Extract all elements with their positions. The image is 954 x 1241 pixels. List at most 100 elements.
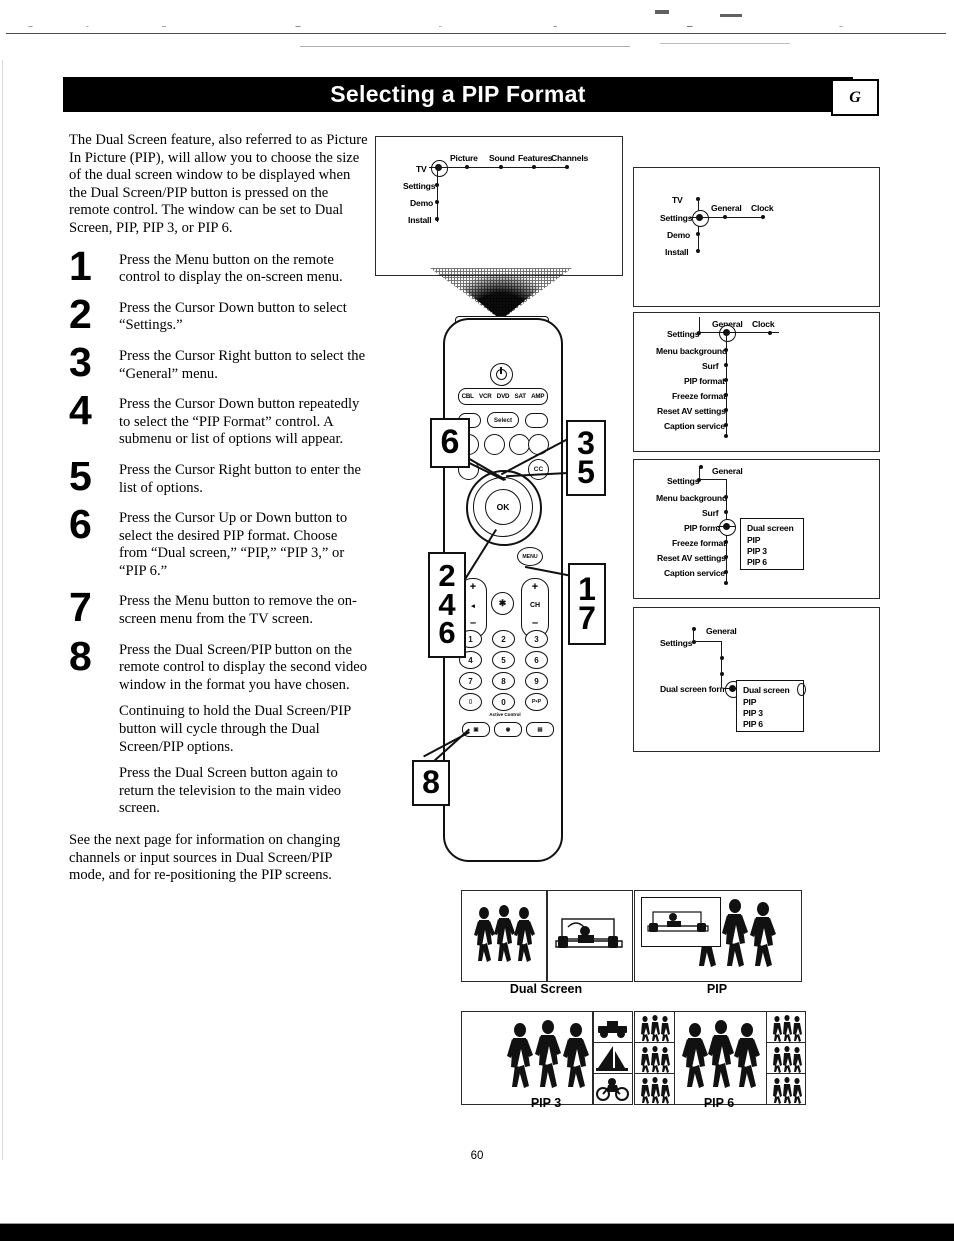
channel-label: CH <box>529 602 541 609</box>
option-pip-6[interactable]: PIP 6 <box>747 557 767 567</box>
menu-item-menu-background: Menu background <box>656 346 728 356</box>
option-pip-3[interactable]: PIP 3 <box>747 546 767 556</box>
option-dual-screen[interactable]: Dual screen <box>743 685 790 695</box>
key-3[interactable]: 3 <box>525 630 548 648</box>
key-2[interactable]: 2 <box>492 630 515 648</box>
scan-artifact-line <box>660 43 790 44</box>
play-button[interactable] <box>509 434 530 455</box>
channel-rocker[interactable]: + CH – <box>521 578 549 638</box>
menu-item-settings: Settings <box>403 181 436 191</box>
channel-down[interactable]: – <box>522 617 548 629</box>
pip-format-options-box: Dual screen PIP PIP 3 PIP 6 <box>740 518 804 570</box>
key-7[interactable]: 7 <box>459 672 482 690</box>
pip-swap-button[interactable]: ▤ <box>526 722 554 737</box>
runners-graphic <box>682 1020 760 1088</box>
step-5: 5 Press the Cursor Right button to enter … <box>69 455 369 497</box>
ok-button[interactable]: OK <box>485 489 521 525</box>
option-dual-screen[interactable]: Dual screen <box>747 523 794 533</box>
pip-tile <box>635 1043 675 1074</box>
device-button-dvd[interactable]: DVD <box>497 393 510 400</box>
scan-noise-top <box>0 0 954 60</box>
select-button[interactable]: Select <box>487 412 519 428</box>
format-button[interactable] <box>525 413 548 428</box>
key-9[interactable]: 9 <box>525 672 548 690</box>
key-0[interactable]: 0 <box>492 693 515 711</box>
step-paragraph: Press the Cursor Down button repeatedly … <box>119 396 360 448</box>
callout-number: 6 <box>440 423 460 462</box>
callout-2-4-6-left: 2 4 6 <box>428 552 466 658</box>
callout-number: 8 <box>422 764 440 801</box>
menu-dot <box>724 393 728 397</box>
menu-column-features: Features <box>518 153 553 163</box>
channel-up[interactable]: + <box>522 581 548 593</box>
menu-dot <box>724 495 728 499</box>
menu-item-menu-background: Menu background <box>656 493 728 503</box>
forward-button[interactable] <box>528 434 549 455</box>
example-pip-6 <box>634 1011 806 1105</box>
menu-button[interactable]: MENU <box>517 547 543 566</box>
device-button-vcr[interactable]: VCR <box>479 393 492 400</box>
device-button-cbl[interactable]: CBL <box>462 393 474 400</box>
menu-item-pip-format: PIP format <box>684 376 725 386</box>
menu-dot <box>724 434 728 438</box>
runners-graphic <box>641 1015 670 1042</box>
key-6[interactable]: 6 <box>525 651 548 669</box>
callout-number: 5 <box>577 454 595 490</box>
menu-cursor <box>717 325 736 342</box>
stop-button[interactable] <box>484 434 505 455</box>
option-pip-6[interactable]: PIP 6 <box>743 719 763 729</box>
device-button-amp[interactable]: AMP <box>531 393 544 400</box>
step-text: Press the Menu button on the remote cont… <box>119 252 369 287</box>
runners-graphic <box>474 905 535 962</box>
menu-connector <box>437 167 439 222</box>
menu-column-channels: Channels <box>551 153 589 163</box>
step-paragraph: Press the Cursor Right button to select … <box>119 347 366 382</box>
step-number: 6 <box>69 501 92 548</box>
menu-connector <box>694 641 722 643</box>
scan-edge-line <box>2 60 3 1160</box>
key-8[interactable]: 8 <box>492 672 515 690</box>
option-pip-3[interactable]: PIP 3 <box>743 708 763 718</box>
active-control-button[interactable]: ◉ <box>494 722 522 737</box>
menu-dot <box>435 200 439 204</box>
closing-paragraph: See the next page for information on cha… <box>69 832 341 884</box>
callout-8-bottom: 8 <box>412 760 450 806</box>
option-pip[interactable]: PIP <box>747 535 760 545</box>
menu-item-demo: Demo <box>410 198 434 208</box>
menu-connector <box>699 479 727 481</box>
scan-artifact-line <box>300 46 630 47</box>
key-cc[interactable]: ▯ <box>459 693 482 711</box>
key-5[interactable]: 5 <box>492 651 515 669</box>
menu-dot <box>723 215 727 219</box>
step-4: 4 Press the Cursor Down button repeatedly… <box>69 390 369 449</box>
key-prev-channel[interactable]: P•P <box>525 693 548 711</box>
mute-button[interactable]: ✱ <box>491 592 514 615</box>
ir-beam <box>444 273 558 320</box>
menu-connector <box>721 641 723 688</box>
menu-column-general: General <box>711 203 742 213</box>
intro-paragraph: The Dual Screen feature, also referred t… <box>69 132 368 236</box>
example-pip-3-caption: PIP 3 <box>530 1096 562 1110</box>
menu-dot <box>435 183 439 187</box>
menu-connector <box>699 467 701 479</box>
menu-item-settings: Settings <box>667 476 700 486</box>
power-button[interactable] <box>490 363 513 386</box>
menu-dot <box>724 363 728 367</box>
active-control-label: Active Control <box>489 712 521 717</box>
cc-button[interactable]: CC <box>528 459 549 480</box>
step-7: 7 Press the Menu button to remove the on-… <box>69 587 369 628</box>
step-text: Press the Cursor Down button repeatedly … <box>119 396 369 449</box>
page-title: Selecting a PIP Format <box>330 81 586 107</box>
menu-dot <box>724 408 728 412</box>
option-pip[interactable]: PIP <box>743 697 756 707</box>
step-paragraph: Press the Dual Screen/PIP button on the … <box>119 641 368 693</box>
menu-item-settings: Settings <box>667 329 700 339</box>
screen-dual-screen-format: General Settings Dual screen format Dual… <box>633 607 880 752</box>
pip-tile <box>593 1012 632 1043</box>
device-selector-row[interactable]: CBL VCR DVD SAT AMP <box>458 388 548 405</box>
device-button-sat[interactable]: SAT <box>515 393 527 400</box>
menu-dot <box>465 165 469 169</box>
menu-item-caption-service: Caption service <box>664 568 725 578</box>
step-number: 8 <box>69 632 92 679</box>
callout-3-5-right: 3 5 <box>566 420 606 496</box>
